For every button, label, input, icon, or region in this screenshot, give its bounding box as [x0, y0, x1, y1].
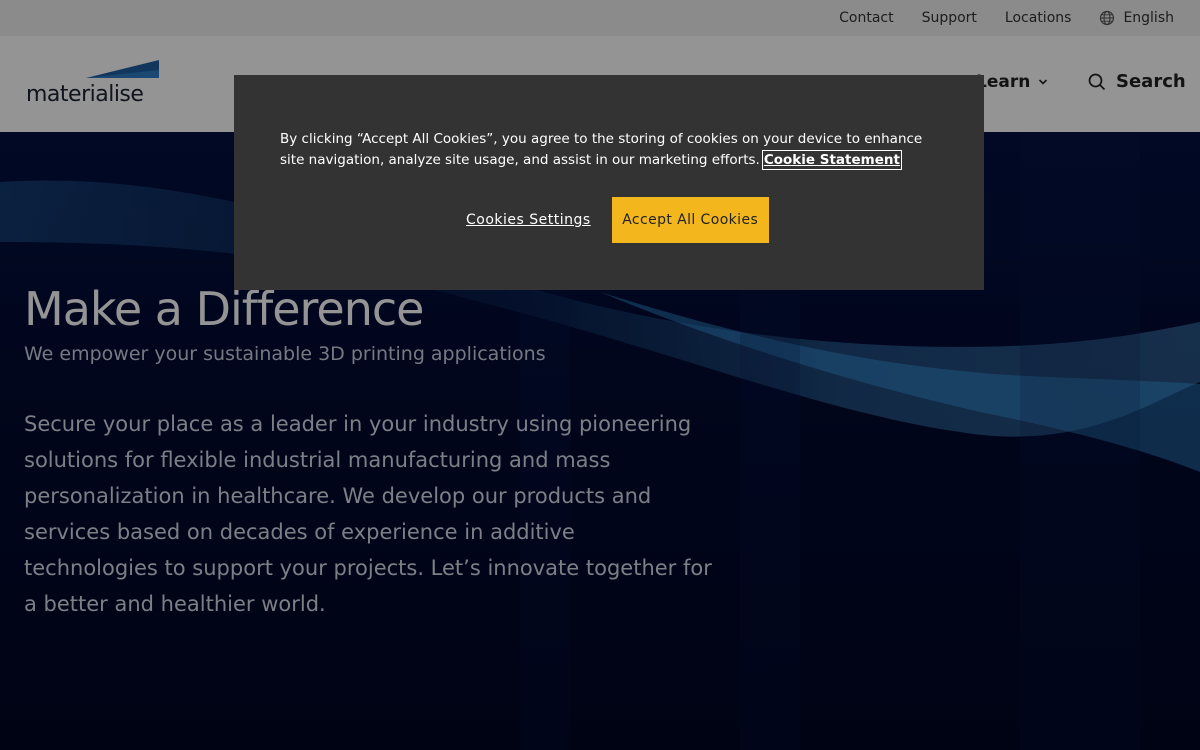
- accept-all-cookies-button[interactable]: Accept All Cookies: [611, 197, 769, 243]
- cookies-settings-button[interactable]: Cookies Settings: [466, 212, 591, 228]
- cookie-message: By clicking “Accept All Cookies”, you ag…: [280, 129, 938, 171]
- cookie-statement-link[interactable]: Cookie Statement: [761, 150, 902, 170]
- cookie-consent-dialog: By clicking “Accept All Cookies”, you ag…: [234, 75, 984, 290]
- cookie-actions: Cookies Settings Accept All Cookies: [466, 197, 769, 243]
